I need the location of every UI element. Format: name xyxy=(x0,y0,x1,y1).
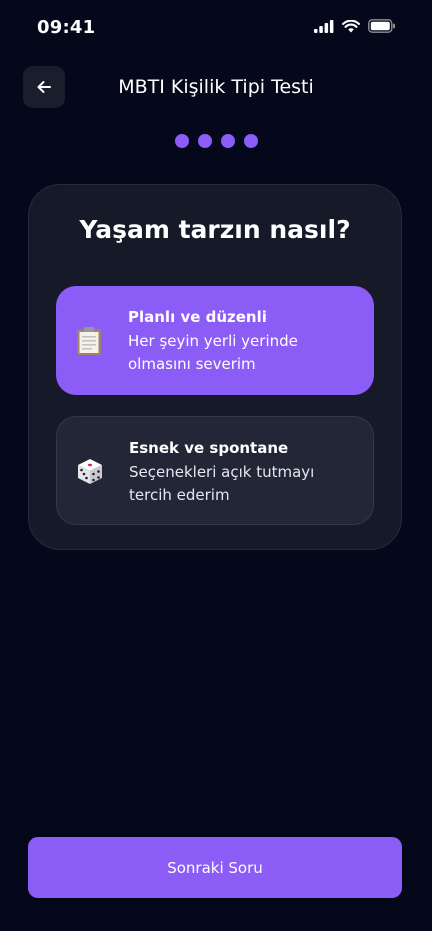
option-flexible[interactable]: Esnek ve spontane Seçenekleri açık tutma… xyxy=(56,416,374,525)
option-description: Her şeyin yerli yerinde olmasını severim xyxy=(128,332,298,373)
option-text: Planlı ve düzenli Her şeyin yerli yerind… xyxy=(128,307,360,376)
option-title: Esnek ve spontane xyxy=(129,439,289,457)
question-card: Yaşam tarzın nasıl? Planlı ve düzenli He… xyxy=(28,184,402,550)
option-description: Seçenekleri açık tutmayı tercih ederim xyxy=(129,463,315,504)
status-icons xyxy=(314,19,396,33)
option-planned[interactable]: Planlı ve düzenli Her şeyin yerli yerind… xyxy=(56,286,374,395)
progress-indicator xyxy=(0,134,432,148)
option-title: Planlı ve düzenli xyxy=(128,308,267,326)
page-title: MBTI Kişilik Tipi Testi xyxy=(118,76,314,98)
battery-icon xyxy=(368,19,395,33)
dice-icon xyxy=(78,458,102,484)
wifi-icon xyxy=(342,19,360,32)
progress-dot xyxy=(197,134,212,148)
cellular-signal-icon xyxy=(314,19,334,33)
next-question-button[interactable]: Sonraki Soru xyxy=(28,837,402,898)
question-title: Yaşam tarzın nasıl? xyxy=(79,215,351,244)
clipboard-icon xyxy=(77,326,101,355)
progress-dot xyxy=(174,134,189,148)
status-bar: 09:41 xyxy=(0,0,432,56)
progress-dot xyxy=(220,134,235,148)
status-time: 09:41 xyxy=(37,17,96,38)
option-text: Esnek ve spontane Seçenekleri açık tutma… xyxy=(129,438,359,507)
progress-dot xyxy=(243,134,258,148)
